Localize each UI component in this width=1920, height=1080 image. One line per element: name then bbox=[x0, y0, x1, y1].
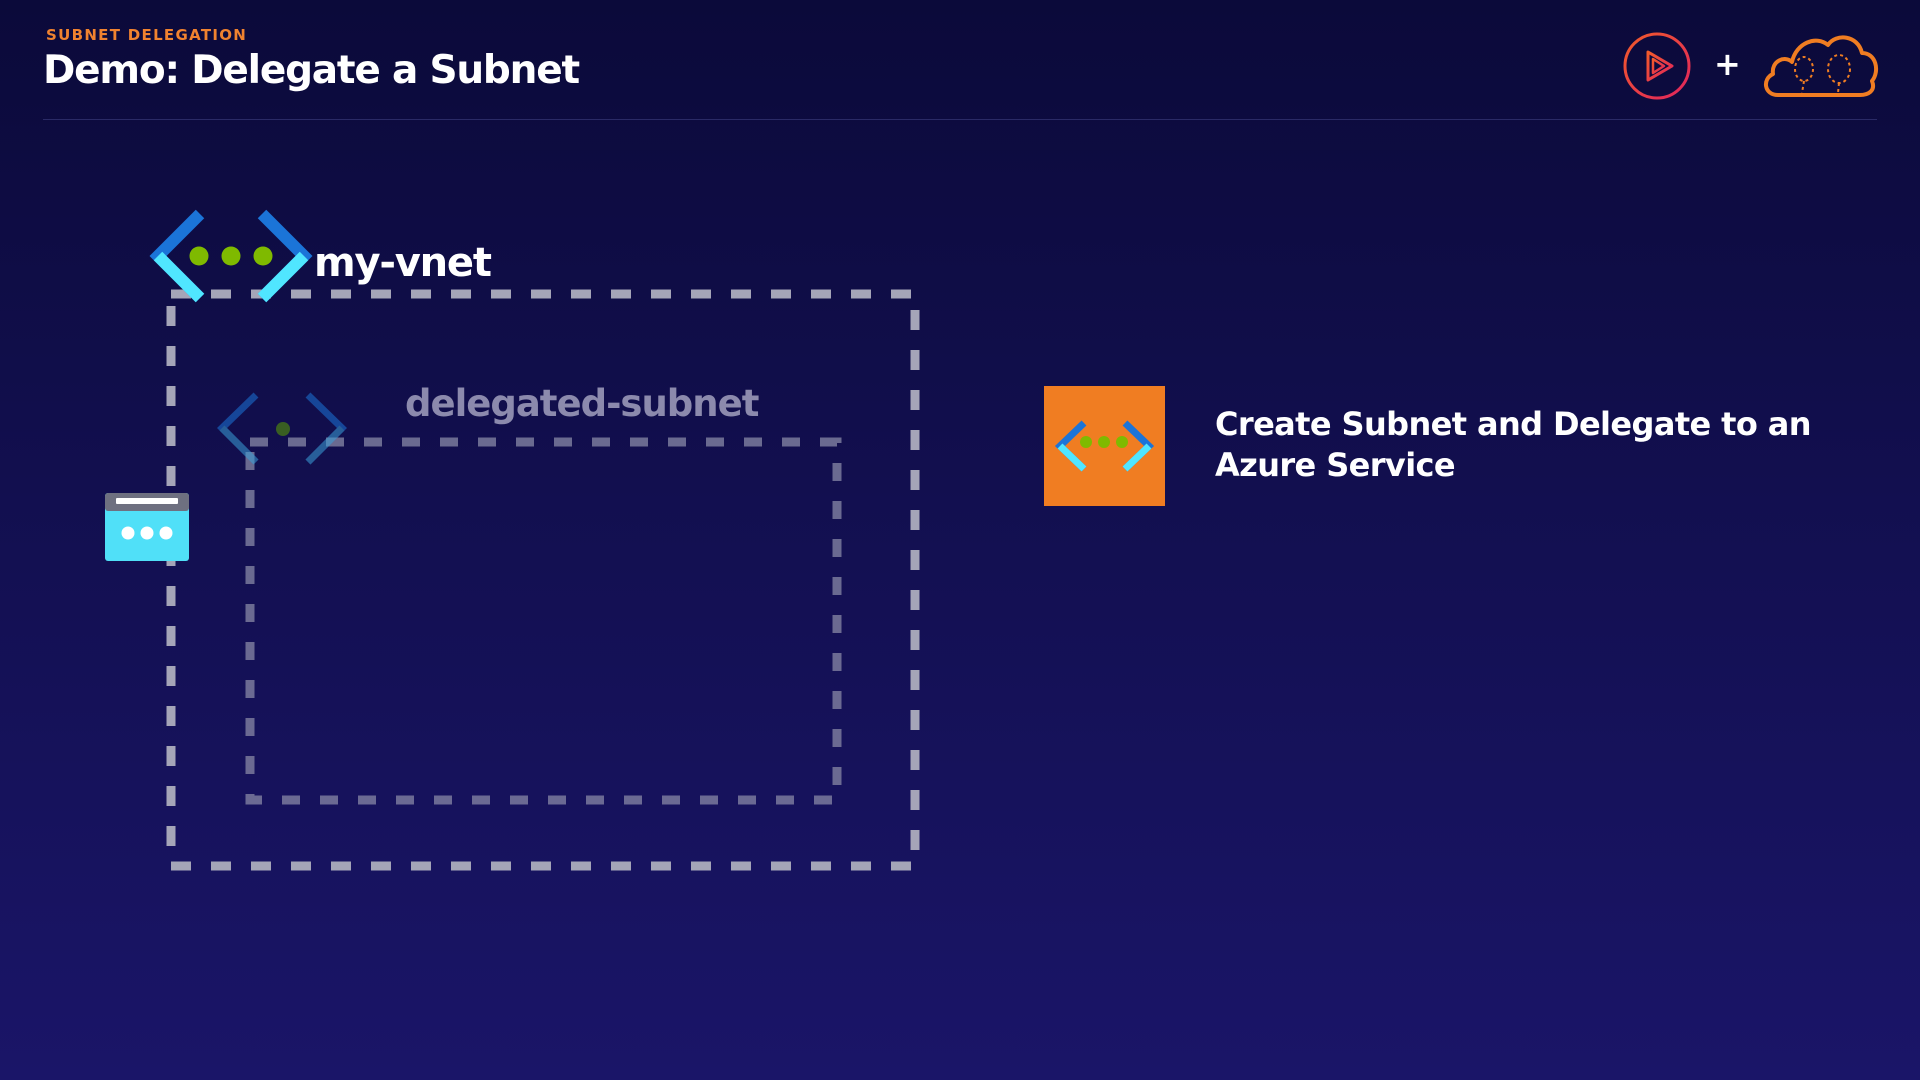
step-virtual-network-icon bbox=[1044, 386, 1165, 506]
subnet-icon bbox=[217, 392, 347, 465]
vnet-label: my-vnet bbox=[314, 240, 492, 286]
vnet-boundary bbox=[166, 289, 920, 871]
azure-service-window-icon bbox=[105, 493, 189, 561]
virtual-network-step-icon bbox=[1054, 420, 1155, 472]
subnet-boundary bbox=[245, 437, 842, 805]
step-description: Create Subnet and Delegate to an Azure S… bbox=[1215, 405, 1812, 484]
network-diagram bbox=[105, 209, 920, 871]
virtual-network-icon bbox=[149, 209, 313, 303]
subnet-label: delegated-subnet bbox=[405, 382, 759, 425]
